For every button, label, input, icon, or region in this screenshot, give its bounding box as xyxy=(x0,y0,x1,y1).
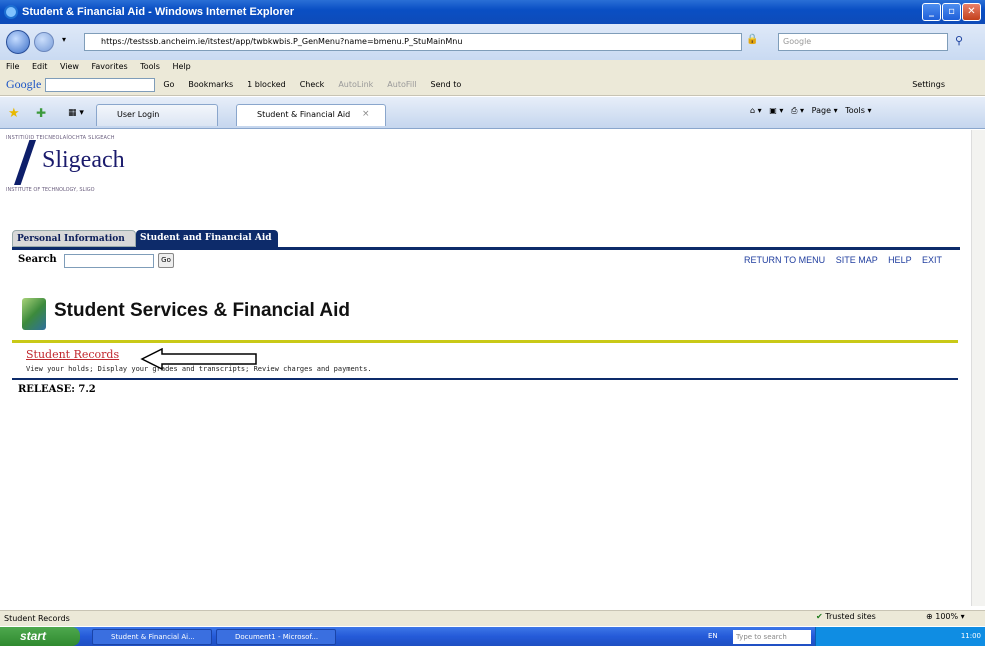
tab-user-login[interactable]: User Login xyxy=(96,104,218,126)
ie-logo-icon xyxy=(4,5,18,19)
vertical-scrollbar[interactable] xyxy=(971,130,985,606)
zone-label: Trusted sites xyxy=(825,612,876,621)
zoom-level[interactable]: ⊕ 100% ▾ xyxy=(926,612,965,621)
nav-divider xyxy=(12,247,960,250)
status-text: Student Records xyxy=(4,614,70,623)
add-favorite-icon[interactable]: ✚ xyxy=(36,106,46,120)
content-divider xyxy=(12,378,958,380)
close-button[interactable]: ✕ xyxy=(962,3,981,21)
taskbar-search-input[interactable]: Type to search xyxy=(733,630,811,644)
google-logo: Google xyxy=(6,77,42,91)
annotation-arrow-icon xyxy=(140,348,257,370)
menu-help[interactable]: Help xyxy=(172,62,190,71)
command-bar: ⌂ ▾ ▣ ▾ ⎙ ▾ Page ▾ Tools ▾ xyxy=(750,106,872,115)
close-tab-icon[interactable]: × xyxy=(362,109,370,119)
security-zone[interactable]: ✔ Trusted sites xyxy=(816,612,876,621)
tools-menu-button[interactable]: Tools xyxy=(845,106,865,115)
taskbar-item-word[interactable]: Document1 - Microsof... xyxy=(216,629,336,645)
bookmarks-button[interactable]: Bookmarks xyxy=(188,80,233,89)
logo-irish-caption: INSTITIÚID TEICNEOLAÍOCHTA SLIGEACH xyxy=(6,135,115,141)
autolink-button[interactable]: AutoLink xyxy=(338,80,373,89)
menu-edit[interactable]: Edit xyxy=(32,62,48,71)
google-go-button[interactable]: Go xyxy=(163,80,174,89)
page-title: Student Services & Financial Aid xyxy=(54,300,350,321)
title-divider xyxy=(12,340,958,343)
window-title-bar[interactable]: Student & Financial Aid - Windows Intern… xyxy=(0,0,985,24)
popup-blocked-button[interactable]: 1 blocked xyxy=(247,80,286,89)
lock-icon[interactable]: 🔒 xyxy=(746,34,774,50)
window-title: Student & Financial Aid - Windows Intern… xyxy=(22,6,295,18)
maximize-button[interactable]: ▫ xyxy=(942,3,961,21)
start-button[interactable]: start xyxy=(0,627,80,646)
site-map-link[interactable]: SITE MAP xyxy=(836,255,878,265)
tab-student-financial-aid-page[interactable]: Student and Financial Aid xyxy=(136,230,278,247)
search-label: Search xyxy=(18,254,57,265)
help-link[interactable]: HELP xyxy=(888,255,911,265)
student-records-link[interactable]: Student Records xyxy=(26,348,119,361)
forward-button[interactable] xyxy=(34,32,54,52)
favorites-star-icon[interactable]: ★ xyxy=(8,106,20,121)
home-icon[interactable]: ⌂ ▾ xyxy=(750,106,762,115)
clock[interactable]: 11:00 xyxy=(961,632,981,640)
menu-favorites[interactable]: Favorites xyxy=(92,62,128,71)
menu-file[interactable]: File xyxy=(6,62,19,71)
recent-pages-icon[interactable]: ▾ xyxy=(62,35,66,44)
search-icon[interactable]: ⚲ xyxy=(955,34,963,47)
return-to-menu-link[interactable]: RETURN TO MENU xyxy=(744,255,825,265)
exit-link[interactable]: EXIT xyxy=(922,255,942,265)
menu-bar: File Edit View Favorites Tools Help xyxy=(0,60,985,74)
address-input[interactable]: https://testssb.ancheim.ie/itstest/app/t… xyxy=(84,33,742,51)
site-search-go-button[interactable]: Go xyxy=(158,253,174,268)
print-icon[interactable]: ⎙ ▾ xyxy=(791,106,804,115)
feeds-icon[interactable]: ▣ ▾ xyxy=(769,106,783,115)
taskbar-item-ie[interactable]: Student & Financial Ai... xyxy=(92,629,212,645)
menu-tools[interactable]: Tools xyxy=(140,62,160,71)
menu-view[interactable]: View xyxy=(60,62,79,71)
back-button[interactable] xyxy=(6,30,30,54)
spellcheck-button[interactable]: Check xyxy=(300,80,325,89)
release-label: RELEASE: 7.2 xyxy=(18,384,96,395)
minimize-button[interactable]: _ xyxy=(922,3,941,21)
google-settings-button[interactable]: Settings xyxy=(912,80,945,89)
logo-wordmark[interactable]: Sligeach xyxy=(42,147,125,174)
browser-search-input[interactable]: Google xyxy=(778,33,948,51)
language-indicator[interactable]: EN xyxy=(708,632,718,640)
page-menu-button[interactable]: Page xyxy=(812,106,831,115)
autofill-button[interactable]: AutoFill xyxy=(387,80,416,89)
student-services-icon xyxy=(22,298,46,330)
system-tray: 11:00 xyxy=(815,627,985,646)
site-search-input[interactable] xyxy=(64,254,154,268)
logo-english-caption: INSTITUTE OF TECHNOLOGY, SLIGO xyxy=(6,187,95,193)
top-links: RETURN TO MENU SITE MAP HELP EXIT xyxy=(736,255,942,265)
google-search-input[interactable] xyxy=(45,77,156,92)
google-toolbar: Google Go Bookmarks 1 blocked Check Auto… xyxy=(0,74,985,96)
quick-tabs-icon[interactable]: ▦ ▾ xyxy=(68,108,84,118)
zoom-value: 100% xyxy=(935,612,959,621)
sendto-button[interactable]: Send to xyxy=(431,80,462,89)
tab-personal-information[interactable]: Personal Information xyxy=(12,230,136,247)
